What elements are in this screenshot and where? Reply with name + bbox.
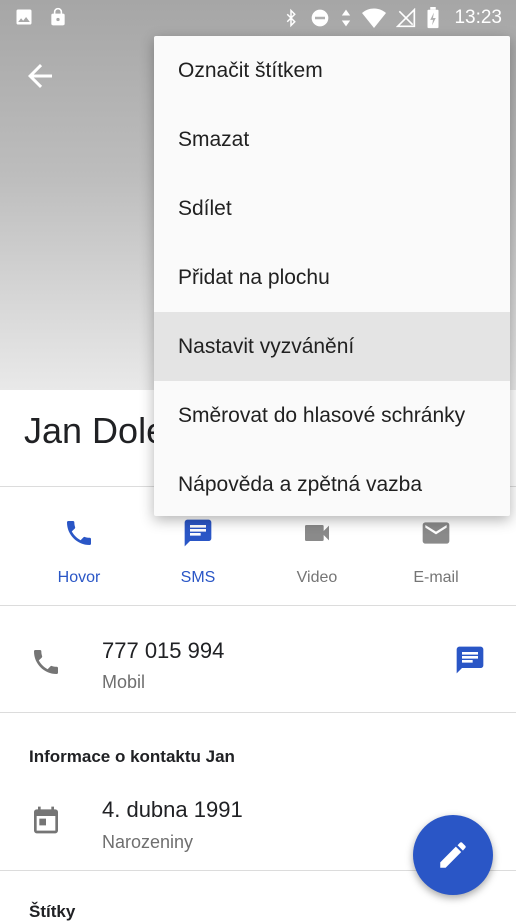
phone-type: Mobil (102, 672, 146, 692)
edit-contact-fab[interactable] (413, 815, 493, 895)
data-arrows-icon (340, 8, 352, 28)
status-bar: 13:23 (0, 0, 516, 36)
lock-icon (48, 7, 68, 27)
menu-item-help-feedback[interactable]: Nápověda a zpětná vazba (154, 450, 510, 519)
dnd-icon (310, 8, 330, 28)
no-signal-icon (396, 8, 416, 28)
menu-item-label-contact[interactable]: Označit štítkem (154, 36, 510, 105)
video-action[interactable]: Video (258, 517, 376, 587)
video-label: Video (296, 569, 338, 586)
email-icon (420, 517, 452, 549)
image-icon (14, 7, 34, 27)
contact-name: Jan Dole (24, 410, 167, 451)
phone-number: 777 015 994 (102, 638, 225, 663)
birthday-label: Narozeniny (102, 832, 194, 852)
message-icon (182, 517, 214, 549)
menu-item-add-to-home[interactable]: Přidat na plochu (154, 243, 510, 312)
sms-action[interactable]: SMS (139, 517, 257, 587)
sms-label: SMS (180, 569, 216, 586)
overflow-menu: Označit štítkem Smazat Sdílet Přidat na … (154, 36, 510, 516)
send-sms-button[interactable] (454, 644, 486, 676)
video-icon (301, 517, 333, 549)
menu-item-share[interactable]: Sdílet (154, 174, 510, 243)
phone-entry[interactable]: 777 015 994 Mobil (0, 606, 516, 713)
back-button[interactable] (22, 58, 58, 94)
email-action[interactable]: E-mail (377, 517, 495, 587)
menu-item-route-to-voicemail[interactable]: Směrovat do hlasové schránky (154, 381, 510, 450)
phone-icon (63, 517, 95, 549)
message-icon (456, 646, 484, 674)
calendar-icon (30, 804, 62, 836)
email-label: E-mail (413, 569, 459, 586)
clock: 13:23 (454, 7, 502, 28)
call-label: Hovor (57, 569, 101, 586)
contact-info-title: Informace o kontaktu Jan (29, 747, 235, 766)
pencil-icon (440, 842, 466, 868)
battery-charging-icon (426, 7, 440, 29)
call-action[interactable]: Hovor (20, 517, 138, 587)
wifi-icon (362, 8, 387, 28)
tags-title: Štítky (29, 902, 76, 921)
birthday-date: 4. dubna 1991 (102, 797, 243, 822)
bluetooth-icon (282, 8, 300, 28)
arrow-back-icon (28, 64, 52, 88)
phone-outline-icon (30, 646, 62, 678)
menu-item-delete[interactable]: Smazat (154, 105, 510, 174)
menu-item-set-ringtone[interactable]: Nastavit vyzvánění (154, 312, 510, 381)
